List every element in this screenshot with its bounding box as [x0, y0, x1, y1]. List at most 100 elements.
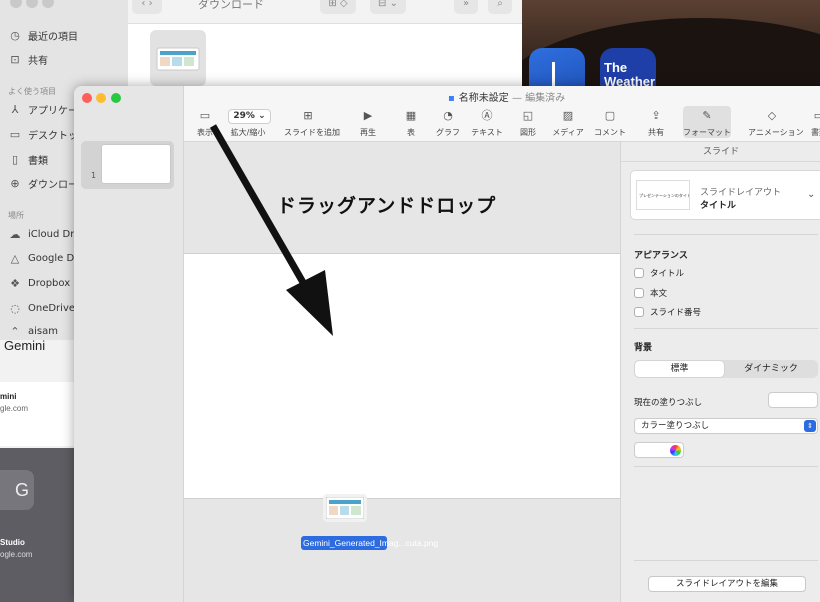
- fill-type-select[interactable]: カラー塗りつぶし ⇕: [634, 418, 818, 434]
- checkbox-title[interactable]: タイトル: [634, 266, 684, 280]
- close-button[interactable]: [82, 93, 92, 103]
- toolbar-animate-button[interactable]: ◇ アニメーション: [748, 108, 804, 138]
- sidebar-item-partial[interactable]: ⌃ aisam: [8, 322, 58, 340]
- toolbar-play-button[interactable]: ▶ 再生: [344, 108, 392, 138]
- color-well[interactable]: [634, 442, 684, 458]
- toolbar-label: 再生: [360, 128, 376, 137]
- view-mode-button[interactable]: ⊞ ◇: [320, 0, 356, 14]
- gemini-card-url: gle.com: [0, 404, 29, 413]
- checkbox[interactable]: [634, 288, 644, 298]
- format-inspector: スライド プレゼンテーションのタイトル スライドレイアウト タイトル ⌄ アピア…: [620, 142, 820, 602]
- sidebar-item-onedrive[interactable]: ◌ OneDrive: [8, 299, 75, 317]
- finder-file-thumbnail[interactable]: [150, 30, 206, 86]
- sidebar-item-google-drive[interactable]: △ Google Dr: [8, 249, 79, 267]
- sidebar-item-documents[interactable]: ▯ 書類: [8, 150, 48, 168]
- network-icon: ⌃: [10, 324, 20, 338]
- current-fill-label: 現在の塗りつぶし: [634, 398, 703, 408]
- add-slide-icon: ⊞: [303, 109, 313, 122]
- checkbox-slide-number[interactable]: スライド番号: [634, 305, 701, 319]
- slide-layout-picker[interactable]: プレゼンテーションのタイトル スライドレイアウト タイトル ⌄: [630, 170, 820, 220]
- toolbar-zoom-button[interactable]: 拡大/縮小: [224, 108, 272, 138]
- dragged-file-icon[interactable]: [323, 494, 367, 522]
- back-button[interactable]: ‹ ›: [132, 0, 162, 14]
- finder-title: ダウンロード: [198, 0, 264, 11]
- toolbar-label: アニメーション: [748, 128, 804, 137]
- segment-dynamic[interactable]: ダイナミック: [726, 361, 816, 377]
- divider: [634, 234, 818, 235]
- onedrive-icon: ◌: [10, 301, 20, 315]
- checkbox[interactable]: [634, 268, 644, 278]
- divider: [634, 560, 818, 561]
- sidebar-section-favorites: よく使う項目: [8, 87, 56, 96]
- gemini-page-title: Gemini: [4, 338, 46, 353]
- finder-toolbar: ‹ › ダウンロード ⊞ ◇ ⊟ ⌄ » ⌕: [128, 0, 522, 24]
- toolbar-document-button[interactable]: ▭ 書類: [795, 108, 820, 138]
- checkbox[interactable]: [634, 307, 644, 317]
- toolbar-format-button[interactable]: ✎ フォーマット: [683, 106, 731, 138]
- color-wheel-icon[interactable]: [670, 445, 681, 456]
- document-icon: ▯: [11, 152, 19, 166]
- comment-icon: ▢: [604, 109, 616, 122]
- toolbar-share-button[interactable]: ⇪ 共有: [632, 108, 680, 138]
- sidebar-item-applications[interactable]: ⅄ アプリケー: [8, 100, 78, 118]
- toolbar-add-slide-button[interactable]: ⊞ スライドを追加: [284, 108, 340, 138]
- divider: [634, 466, 818, 467]
- group-button[interactable]: ⊟ ⌄: [370, 0, 406, 14]
- desktop-icon: ▭: [9, 127, 21, 141]
- background-browser: Gemini mini gle.com G Studio ogle.com: [0, 330, 80, 602]
- google-drive-icon: △: [10, 251, 20, 265]
- format-brush-icon: ✎: [702, 109, 712, 122]
- divider: [634, 328, 818, 329]
- inspector-tab-slide[interactable]: スライド: [621, 142, 820, 162]
- search-button[interactable]: ⌕: [488, 0, 512, 14]
- minimize-button[interactable]: [96, 93, 106, 103]
- toolbar-comment-button[interactable]: ▢ コメント: [586, 108, 634, 138]
- keynote-doc-icon: ▪: [448, 93, 455, 104]
- toolbar-label: 表示: [197, 128, 213, 137]
- toolbar-media-button[interactable]: ▨ メディア: [544, 108, 592, 138]
- current-fill-swatch[interactable]: [768, 392, 818, 408]
- slide-thumbnail-selected[interactable]: 1: [81, 141, 174, 189]
- toolbar-label: 拡大/縮小: [230, 128, 266, 137]
- finder-minimize-button[interactable]: [26, 0, 38, 8]
- applications-icon: ⅄: [11, 102, 19, 116]
- ai-studio-badge: G: [0, 470, 34, 510]
- fullscreen-button[interactable]: [111, 93, 121, 103]
- clock-icon: ◷: [10, 28, 20, 42]
- slide-canvas[interactable]: ドラッグアンドドロップ Gemini_Generated_Imag...cuta…: [184, 142, 620, 602]
- keynote-toolbar: ▪ 名称未設定 — 編集済み 29% ⌄ ▭ 表示 拡大/縮小 ⊞ スライドを追加 ▶ 再生 ▦…: [184, 86, 820, 142]
- dragged-file-name: Gemini_Generated_Imag...cuta.png: [301, 536, 439, 550]
- sidebar-item-icloud[interactable]: ☁ iCloud Dri: [8, 225, 78, 243]
- sidebar-item-shared[interactable]: ⊡ 共有: [8, 50, 48, 68]
- checkbox-body[interactable]: 本文: [634, 286, 667, 300]
- edit-slide-layout-button[interactable]: スライドレイアウトを編集: [648, 576, 806, 592]
- toolbar-label: 共有: [648, 128, 664, 137]
- layout-preview: プレゼンテーションのタイトル: [636, 180, 690, 210]
- image-thumbnail-icon: [156, 47, 200, 71]
- segment-standard[interactable]: 標準: [635, 361, 724, 377]
- share-icon: ⇪: [651, 109, 661, 122]
- sidebar-section-locations: 場所: [8, 211, 24, 220]
- gemini-card-name: mini: [0, 392, 17, 401]
- drag-and-drop-annotation: ドラッグアンドドロップ: [277, 195, 497, 217]
- toolbar-view-button[interactable]: ▭ 表示: [181, 108, 229, 138]
- toolbar-label: コメント: [594, 128, 626, 137]
- slide-thumbnail[interactable]: [101, 144, 171, 184]
- layout-value: タイトル: [700, 201, 737, 211]
- more-button[interactable]: »: [454, 0, 478, 14]
- sidebar-item-dropbox[interactable]: ❖ Dropbox: [8, 274, 70, 292]
- sidebar-item-desktop[interactable]: ▭ デスクトッ: [8, 125, 78, 143]
- slide-number: 1: [91, 171, 97, 180]
- toolbar-label: 書類: [811, 128, 820, 137]
- zoom-icon: [224, 108, 272, 124]
- background-segmented-control: 標準 ダイナミック: [634, 360, 818, 378]
- sidebar-item-recents[interactable]: ◷ 最近の項目: [8, 26, 78, 44]
- select-arrows-icon: ⇕: [804, 420, 816, 432]
- finder-zoom-button[interactable]: [42, 0, 54, 8]
- finder-close-button[interactable]: [10, 0, 22, 8]
- slide[interactable]: Gemini_Generated_Imag...cuta.png: [184, 253, 620, 550]
- sidebar-item-downloads[interactable]: ⊕ ダウンロー: [8, 174, 78, 192]
- keynote-window: 1 ▪ 名称未設定 — 編集済み 29% ⌄ ▭ 表示 拡大/縮小 ⊞ スライドを追加 ▶ 再…: [74, 86, 820, 602]
- ai-studio-card-name: Studio: [0, 538, 25, 547]
- cloud-icon: ☁: [9, 227, 21, 241]
